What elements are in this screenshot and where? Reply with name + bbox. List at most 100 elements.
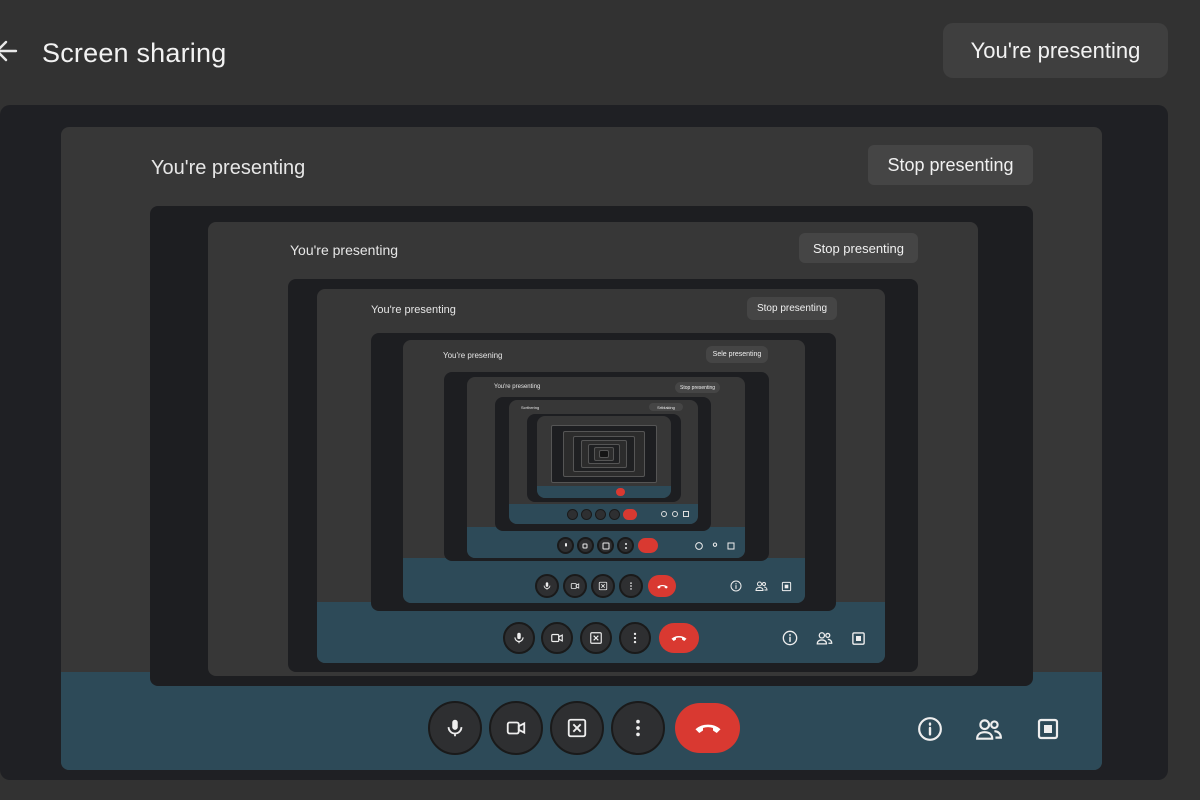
presenting-label: Scrthering [521,405,540,410]
stop-presenting-button[interactable]: Srtblaking [649,403,683,411]
more-options-button[interactable] [611,701,665,755]
microphone-button[interactable] [503,622,535,654]
info-icon [694,541,703,550]
present-stop-icon [590,632,602,644]
shared-screen-frame-2: You're presenting Stop presenting You're… [150,206,1033,686]
camera-button[interactable] [581,509,592,520]
camera-button[interactable] [577,537,594,554]
present-stop-icon [602,542,609,549]
microphone-button[interactable] [567,509,578,520]
stop-presenting-button[interactable]: Sele presenting [706,346,768,363]
stop-sharing-button[interactable] [595,509,606,520]
people-icon [976,719,1002,740]
leave-call-button[interactable] [648,575,676,597]
stop-sharing-button[interactable] [591,574,615,598]
meeting-info-button[interactable] [729,579,743,593]
page-title: Screen sharing [42,38,227,68]
camera-button[interactable] [563,574,587,598]
camera-icon [570,583,580,589]
microphone-button[interactable] [428,701,482,755]
presenting-label: You're presening [443,351,503,360]
microphone-icon [514,632,524,644]
microphone-button[interactable] [535,574,559,598]
people-button[interactable] [754,579,768,593]
people-button[interactable] [815,629,833,647]
presenting-label: You're presenting [371,304,456,316]
meeting-info-button[interactable] [916,715,944,743]
camera-button[interactable] [541,622,573,654]
leave-call-button[interactable] [675,703,740,753]
present-stop-icon [567,718,587,738]
people-button[interactable] [710,541,719,550]
shared-window-level-5: You're presenting Stop presenting Scrthe… [467,377,745,558]
info-icon [782,630,798,646]
people-button[interactable] [974,715,1004,743]
people-icon [712,542,717,547]
more-vert-icon [633,632,637,644]
more-options-button[interactable] [619,574,643,598]
shared-window-level-7 [537,416,671,498]
activities-button[interactable] [779,579,793,593]
microphone-icon [447,719,463,737]
meeting-info-button[interactable] [661,511,667,517]
camera-icon [506,721,526,735]
activities-icon [781,581,791,591]
presenting-label: You're presenting [151,157,306,179]
shared-window-level-1: You're presenting Stop presenting You're… [61,127,1102,770]
stop-sharing-button[interactable] [550,701,604,755]
more-options-button[interactable] [609,509,620,520]
present-stop-icon [598,581,608,591]
shared-screen-frame-6: Scrthering Srtblaking [495,397,711,531]
shared-screen-frame-4: You're presening Sele presenting You're … [371,333,836,611]
camera-icon [582,543,587,548]
stop-presenting-button[interactable]: Stop presenting [675,382,720,393]
info-icon [730,580,742,592]
stop-sharing-button[interactable] [580,622,612,654]
more-vert-icon [630,582,632,590]
activities-icon [851,631,865,645]
stop-presenting-button[interactable]: Stop presenting [868,145,1033,185]
shared-window-level-3: You're presenting Stop presenting You're… [317,289,885,663]
leave-call-button[interactable] [616,488,625,496]
nested-frame [599,450,609,458]
microphone-icon [564,542,567,547]
activities-button[interactable] [683,511,689,517]
leave-call-button[interactable] [623,509,637,520]
activities-button[interactable] [1034,715,1062,743]
shared-window-level-4: You're presening Sele presenting You're … [403,340,805,603]
more-options-button[interactable] [617,537,634,554]
shared-window-level-2: You're presenting Stop presenting You're… [208,222,978,676]
microphone-icon [543,582,551,590]
meeting-info-button[interactable] [694,541,703,550]
call-controls-bar [537,486,671,498]
activities-button[interactable] [849,629,867,647]
people-button[interactable] [672,511,678,517]
activities-icon [727,542,734,549]
presenting-status-chip: You're presenting [943,23,1168,78]
shared-screen-frame-5: You're presenting Stop presenting Scrthe… [444,372,769,561]
activities-button[interactable] [726,541,735,550]
hang-up-icon [695,724,720,733]
leave-call-button[interactable] [638,538,658,553]
meeting-info-button[interactable] [781,629,799,647]
presenting-label: You're presenting [494,384,541,390]
microphone-button[interactable] [557,537,574,554]
shared-screen-frame-7 [527,414,681,502]
stop-sharing-button[interactable] [597,537,614,554]
people-icon [754,581,768,591]
info-icon [918,717,942,741]
hang-up-icon [671,635,687,641]
shared-screen-area: You're presenting Stop presenting You're… [0,105,1168,780]
camera-button[interactable] [489,701,543,755]
more-options-button[interactable] [619,622,651,654]
more-vert-icon [636,719,640,737]
shared-screen-frame-3: You're presenting Stop presenting You're… [288,279,918,672]
camera-icon [551,633,563,643]
people-icon [816,632,832,645]
hang-up-icon [656,584,668,589]
back-arrow-icon[interactable] [0,36,24,66]
stop-presenting-button[interactable]: Stop presenting [747,297,837,320]
presenting-label: You're presenting [290,242,399,258]
leave-call-button[interactable] [659,623,699,653]
stop-presenting-button[interactable]: Stop presenting [799,233,918,263]
